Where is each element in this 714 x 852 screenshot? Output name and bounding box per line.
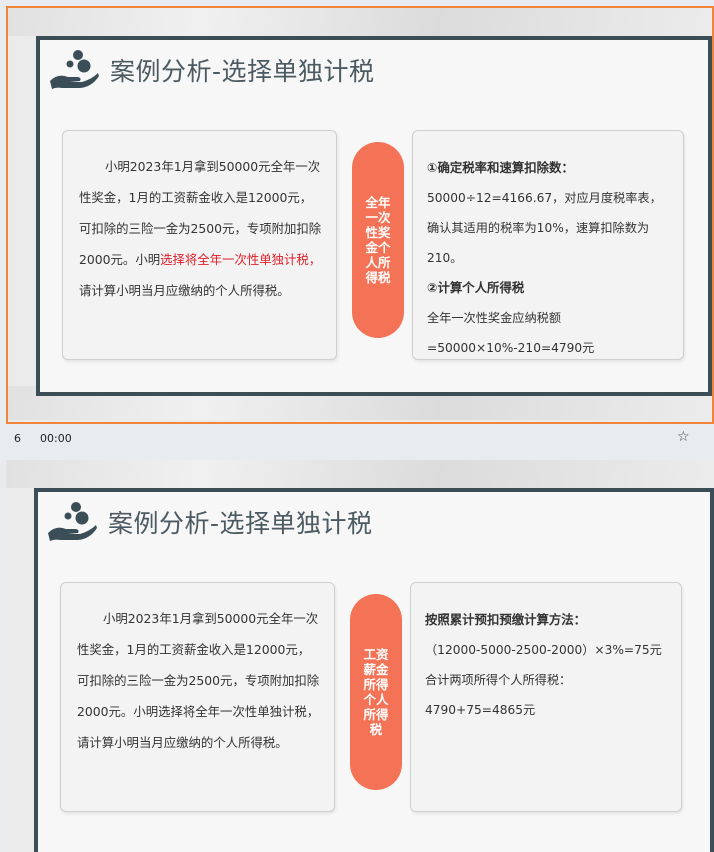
title-row: 案例分析-选择单独计税 — [48, 50, 375, 90]
case-description: 小明2023年1月拿到50000元全年一次性奖金，1月的工资薪金收入是12000… — [79, 151, 322, 306]
slide-frame: 案例分析-选择单独计税 小明2023年1月拿到50000元全年一次性奖金，1月的… — [36, 36, 712, 396]
calc-step-text: 全年一次性奖金应纳税额=50000×10%-210=4790元 — [427, 311, 595, 355]
background-stripe — [8, 8, 712, 36]
slide-number: 6 — [14, 432, 21, 445]
calc-step-text: 4790+75=4865元 — [425, 703, 536, 717]
story-text: 小明2023年1月拿到50000元全年一次性奖金，1月的工资薪金收入是12000… — [79, 159, 322, 267]
calculation-card: ①确定税率和速算扣除数： 50000÷12=4166.67，对应月度税率表，确认… — [412, 130, 684, 360]
category-pill: 工资薪金所得个人所得税 — [350, 594, 402, 790]
hand-holding-icon — [50, 50, 99, 89]
calc-step-text: 合计两项所得个人所得税： — [425, 673, 572, 687]
slide-status-strip: 6 00:00 ☆ — [0, 428, 714, 450]
slide-timing: 00:00 — [40, 432, 72, 445]
hand-holding-icon — [48, 502, 97, 541]
category-pill: 全年一次性奖金个人所得税 — [352, 142, 404, 338]
case-description-card: 小明2023年1月拿到50000元全年一次性奖金，1月的工资薪金收入是12000… — [62, 130, 337, 360]
story-highlight: 选择将全年一次性单独计税， — [160, 252, 322, 267]
slide-thumbnail-7[interactable]: 案例分析-选择单独计税 小明2023年1月拿到50000元全年一次性奖金，1月的… — [6, 460, 714, 852]
star-icon[interactable]: ☆ — [677, 429, 690, 445]
slide-thumbnail-6[interactable]: 案例分析-选择单独计税 小明2023年1月拿到50000元全年一次性奖金，1月的… — [6, 6, 714, 424]
title-row: 案例分析-选择单独计税 — [46, 502, 373, 542]
background-stripe — [6, 460, 714, 488]
calc-step-text: （12000-5000-2500-2000）×3%=75元 — [425, 643, 662, 657]
slide-frame: 案例分析-选择单独计税 小明2023年1月拿到50000元全年一次性奖金，1月的… — [34, 488, 714, 852]
case-description-card: 小明2023年1月拿到50000元全年一次性奖金，1月的工资薪金收入是12000… — [60, 582, 335, 812]
calc-step-heading: ②计算个人所得税 — [427, 280, 525, 295]
calc-step-heading: 按照累计预扣预缴计算方法： — [425, 612, 587, 627]
calc-step-heading: ①确定税率和速算扣除数： — [427, 160, 574, 175]
category-pill-label: 工资薪金所得个人所得税 — [363, 647, 389, 737]
calculation-card: 按照累计预扣预缴计算方法： （12000-5000-2500-2000）×3%=… — [410, 582, 682, 812]
slide-title: 案例分析-选择单独计税 — [108, 509, 373, 538]
story-text: 请计算小明当月应缴纳的个人所得税。 — [79, 283, 290, 298]
category-pill-label: 全年一次性奖金个人所得税 — [365, 195, 391, 285]
slide-title: 案例分析-选择单独计税 — [110, 57, 375, 86]
case-description: 小明2023年1月拿到50000元全年一次性奖金，1月的工资薪金收入是12000… — [77, 611, 320, 750]
calc-step-text: 50000÷12=4166.67，对应月度税率表，确认其适用的税率为10%，速算… — [427, 191, 662, 265]
